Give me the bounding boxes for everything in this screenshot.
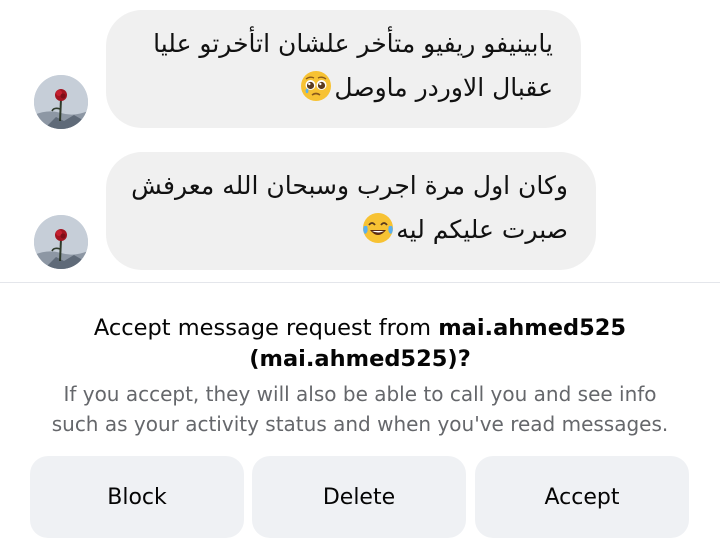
block-button[interactable]: Block [30, 456, 244, 538]
message-text-line: وكان اول مرة اجرب وسبحان الله معرفش [131, 171, 568, 200]
request-description: If you accept, they will also be able to… [0, 379, 720, 439]
rose-photo-icon [34, 215, 88, 269]
message-text-line: عقبال الاوردر ماوصل [134, 66, 553, 110]
request-username-paren-close: )? [447, 346, 471, 372]
message-request-screen: يابينيفو ريفيو متأخر علشان اتأخرتو عليا … [0, 0, 720, 556]
request-description-line: If you accept, they will also be able to… [63, 382, 657, 406]
message-request-panel: Accept message request from mai.ahmed525… [0, 283, 720, 556]
message-text-line: صبرت عليكم ليه [134, 208, 568, 252]
request-title-prefix: Accept message request from [93, 315, 439, 341]
message-bubble[interactable]: يابينيفو ريفيو متأخر علشان اتأخرتو عليا … [106, 10, 581, 128]
rose-photo-icon [34, 75, 88, 129]
request-title: Accept message request from mai.ahmed525… [0, 313, 720, 375]
message-thread: يابينيفو ريفيو متأخر علشان اتأخرتو عليا … [0, 0, 720, 282]
message-bubble[interactable]: وكان اول مرة اجرب وسبحان الله معرفش صبرت… [106, 152, 596, 270]
sender-avatar[interactable] [34, 75, 88, 129]
request-description-line: such as your activity status and when yo… [51, 412, 669, 436]
request-username-repeat: mai.ahmed525 [259, 346, 448, 372]
accept-button[interactable]: Accept [475, 456, 689, 538]
request-username-paren-open: ( [249, 346, 260, 372]
request-username: mai.ahmed525 [438, 315, 627, 341]
message-text: عقبال الاوردر ماوصل [334, 73, 553, 102]
message-text: صبرت عليكم ليه [396, 215, 568, 244]
pleading-face-emoji-icon [300, 70, 332, 102]
tears-of-joy-emoji-icon [362, 212, 394, 244]
delete-button[interactable]: Delete [252, 456, 466, 538]
sender-avatar[interactable] [34, 215, 88, 269]
message-text-line: يابينيفو ريفيو متأخر علشان اتأخرتو عليا [153, 29, 553, 58]
